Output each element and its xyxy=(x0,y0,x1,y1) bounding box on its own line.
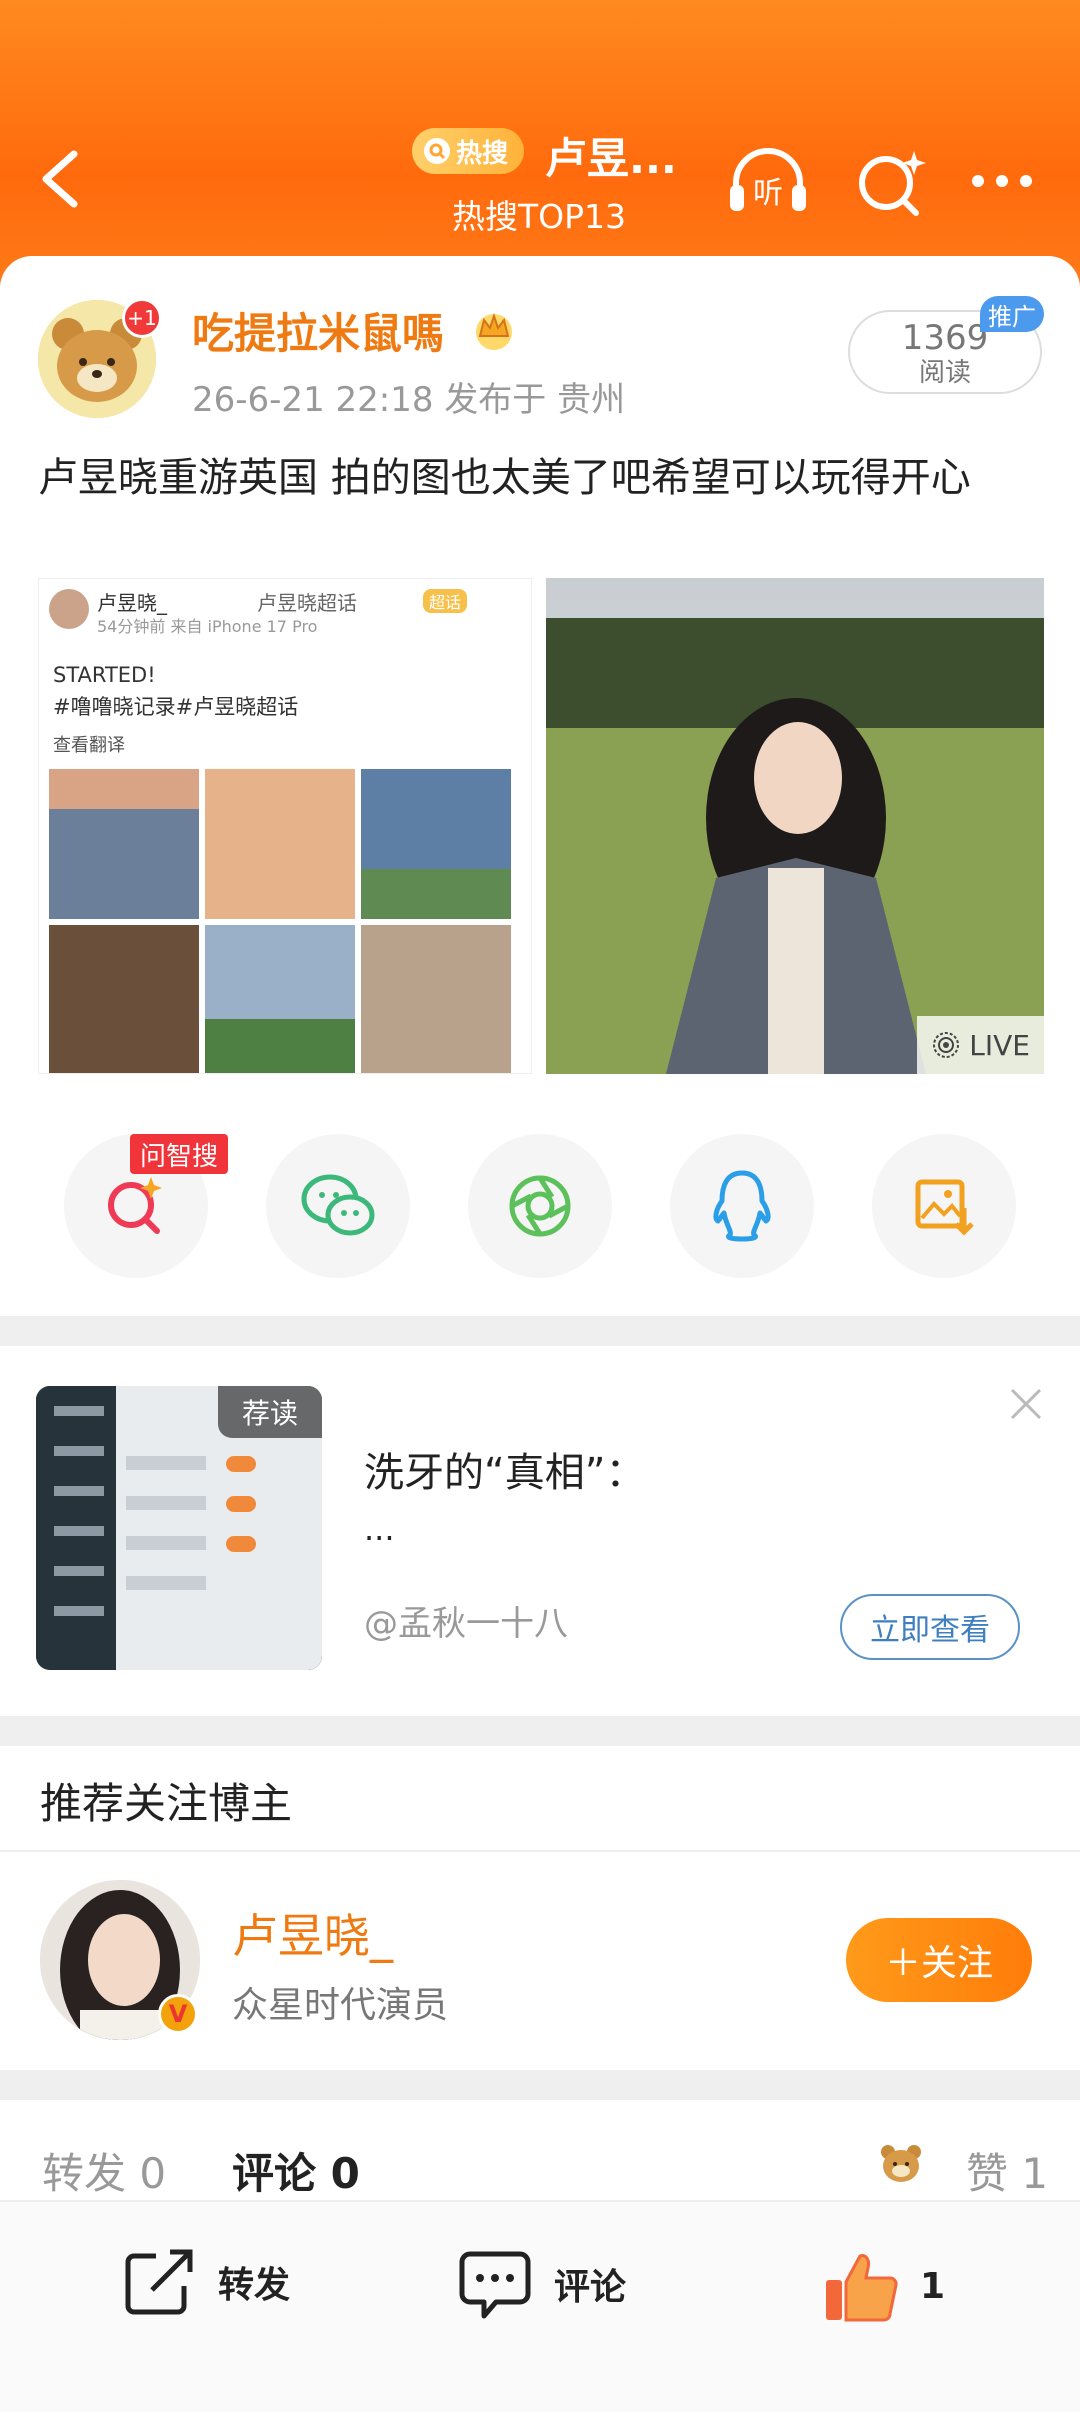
recommend-read-author: @孟秋一十八 xyxy=(364,1604,568,1644)
verified-v-icon: V xyxy=(158,1994,198,2034)
post-image-screenshot[interactable]: 卢昱晓_ 卢昱晓超话 超话 54分钟前 来自 iPhone 17 Pro STA… xyxy=(38,578,532,1074)
embedded-name: 卢昱晓_ xyxy=(97,591,167,615)
like-count-tab[interactable]: 赞 1 xyxy=(966,2140,1048,2201)
share-moments-button[interactable] xyxy=(468,1134,612,1278)
ai-search-icon xyxy=(108,1177,162,1234)
embedded-translate: 查看翻译 xyxy=(53,735,125,756)
wenzhisou-label: 问智搜 xyxy=(130,1134,229,1174)
share-qq-button[interactable] xyxy=(670,1134,814,1278)
embedded-line2: #噜噜晓记录#卢昱晓超话 xyxy=(53,695,299,719)
save-image-icon xyxy=(915,1179,974,1236)
comment-label: 评论 xyxy=(554,2267,627,2308)
hot-search-badge-label: 热搜 xyxy=(456,138,509,169)
recommend-read-ellipsis: ... xyxy=(364,1510,395,1548)
back-arrow-icon[interactable] xyxy=(38,148,82,210)
listen-label: 听 xyxy=(753,176,783,211)
live-badge: LIVE xyxy=(917,1016,1044,1074)
live-label: LIVE xyxy=(969,1028,1030,1062)
comment-icon xyxy=(459,2251,531,2319)
section-divider xyxy=(0,1716,1080,1746)
blogger-description: 众星时代演员 xyxy=(232,1985,449,2026)
close-icon[interactable] xyxy=(1006,1384,1046,1424)
embedded-source: 54分钟前 来自 iPhone 17 Pro xyxy=(97,617,318,636)
section-divider xyxy=(0,1316,1080,1346)
thumbs-up-icon xyxy=(826,2254,898,2322)
post-meta: 26-6-21 22:18 发布于 贵州 xyxy=(192,380,626,420)
section-divider xyxy=(0,2070,1080,2100)
embedded-line1: STARTED! xyxy=(53,663,156,687)
embedded-topic: 卢昱晓超话 xyxy=(257,591,357,615)
recommend-follow-title: 推荐关注博主 xyxy=(40,1779,293,1828)
repost-label: 转发 xyxy=(218,2265,291,2306)
follow-button[interactable]: ＋关注 xyxy=(846,1918,1032,2002)
recommend-read-tag: 荐读 xyxy=(218,1386,322,1438)
promo-badge: 推广 xyxy=(980,296,1044,332)
live-icon xyxy=(933,1032,960,1058)
share-wechat-button[interactable] xyxy=(266,1134,410,1278)
divider-line xyxy=(0,1850,1080,1852)
repost-count-tab[interactable]: 转发 0 xyxy=(42,2140,166,2201)
post-text[interactable]: 卢昱晓重游英国 拍的图也太美了吧希望可以玩得开心 xyxy=(38,448,1048,508)
more-options-icon[interactable] xyxy=(960,145,1044,217)
notification-badge: +1 xyxy=(122,298,162,338)
view-now-button[interactable]: 立即查看 xyxy=(840,1594,1020,1660)
save-image-button[interactable] xyxy=(872,1134,1016,1278)
read-count-label: 阅读 xyxy=(918,358,971,388)
hot-search-badge[interactable]: 热搜 xyxy=(412,128,524,174)
wechat-icon xyxy=(301,1174,375,1236)
search-icon xyxy=(424,138,450,164)
crown-icon xyxy=(476,312,512,350)
embedded-tag: 超话 xyxy=(423,589,468,613)
like-button[interactable]: 1 xyxy=(820,2246,945,2326)
author-name[interactable]: 吃提拉米鼠嗎 xyxy=(192,300,444,361)
like-count: 1 xyxy=(920,2265,946,2307)
post-image-photo[interactable]: LIVE xyxy=(546,578,1044,1074)
qq-icon xyxy=(713,1170,771,1242)
repost-button[interactable]: 转发 xyxy=(122,2246,290,2318)
ai-search-icon[interactable] xyxy=(850,145,934,217)
moments-icon xyxy=(509,1175,571,1237)
blogger-name[interactable]: 卢昱晓_ xyxy=(232,1900,393,1966)
comment-button[interactable]: 评论 xyxy=(456,2246,626,2322)
recommend-read-title[interactable]: 洗牙的“真相”： xyxy=(364,1440,645,1498)
page-title: 卢昱... xyxy=(545,134,677,183)
hot-rank-subtitle: 热搜TOP13 xyxy=(452,197,627,236)
repost-icon xyxy=(125,2249,193,2315)
listen-headphones-icon[interactable]: 听 xyxy=(726,145,810,217)
comment-count-tab[interactable]: 评论 0 xyxy=(232,2140,360,2201)
bear-avatar-icon xyxy=(881,2145,921,2182)
